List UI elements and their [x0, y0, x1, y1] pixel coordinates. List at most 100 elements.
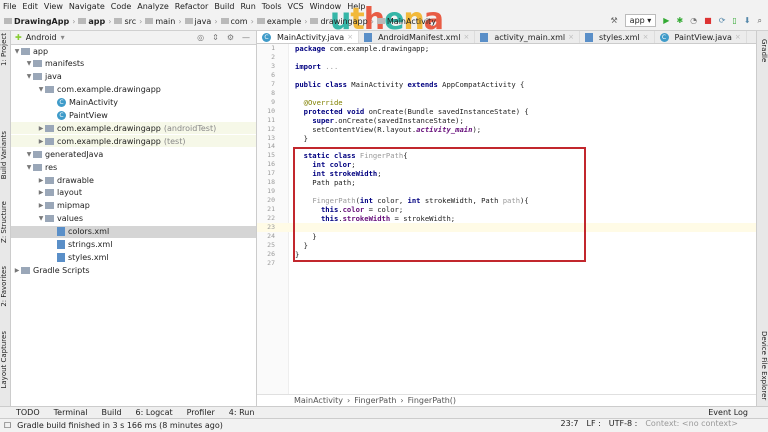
- side-tab-0[interactable]: 1: Project: [0, 33, 11, 66]
- hammer-build-icon[interactable]: ⚒: [611, 16, 618, 25]
- tree-item[interactable]: C MainActivity: [11, 97, 256, 109]
- tree-item[interactable]: ▶ mipmap: [11, 200, 256, 212]
- tool-2[interactable]: Build: [101, 408, 121, 417]
- run-config-select[interactable]: app ▾: [624, 14, 657, 27]
- side-tab-3[interactable]: 2: Favorites: [0, 266, 11, 307]
- breadcrumb-java[interactable]: java ›: [184, 17, 218, 26]
- tree-item[interactable]: ▼ java: [11, 71, 256, 83]
- tool-5[interactable]: 4: Run: [229, 408, 255, 417]
- caret-position[interactable]: 23:7: [561, 419, 579, 428]
- close-icon[interactable]: ×: [463, 33, 469, 41]
- avd-manager-icon[interactable]: ▯: [732, 16, 736, 25]
- collapse-icon[interactable]: ⇕: [212, 33, 219, 42]
- tree-item[interactable]: ▼ manifests: [11, 58, 256, 70]
- expand-arrow-icon[interactable]: ▶: [37, 177, 45, 184]
- debug-icon[interactable]: ✱: [676, 16, 683, 25]
- tool-4[interactable]: Profiler: [187, 408, 215, 417]
- line-number: 22: [267, 214, 275, 223]
- breadcrumb-drawingapp[interactable]: drawingapp ›: [310, 17, 374, 26]
- breadcrumb-com[interactable]: com ›: [220, 17, 254, 26]
- tree-item[interactable]: strings.xml: [11, 239, 256, 251]
- hide-icon[interactable]: —: [242, 33, 250, 42]
- editor-crumb[interactable]: FingerPath: [354, 396, 396, 405]
- event-log-button[interactable]: Event Log: [708, 408, 748, 417]
- breadcrumb-app[interactable]: app ›: [78, 17, 111, 26]
- tab-androidmanifest-xml[interactable]: AndroidManifest.xml ×: [359, 31, 476, 43]
- run-icon[interactable]: ▶: [663, 16, 669, 25]
- expand-arrow-icon[interactable]: ▼: [37, 86, 45, 93]
- tab-paintview-java[interactable]: C PaintView.java ×: [655, 31, 747, 43]
- menu-build[interactable]: Build: [214, 2, 234, 11]
- search-icon[interactable]: ⌕: [758, 16, 762, 26]
- menu-tools[interactable]: Tools: [262, 2, 282, 11]
- tree-item[interactable]: C PaintView: [11, 110, 256, 122]
- menu-run[interactable]: Run: [240, 2, 255, 11]
- target-icon[interactable]: ◎: [197, 33, 204, 42]
- expand-arrow-icon[interactable]: ▼: [37, 215, 45, 222]
- tool-1[interactable]: Terminal: [54, 408, 88, 417]
- expand-arrow-icon[interactable]: ▶: [37, 189, 45, 196]
- tree-item[interactable]: ▶ com.example.drawingapp (androidTest): [11, 122, 256, 135]
- tree-item[interactable]: ▼ app: [11, 45, 256, 57]
- tree-item[interactable]: ▶ drawable: [11, 174, 256, 186]
- breadcrumb-src[interactable]: src ›: [114, 17, 142, 26]
- tab-mainactivity-java[interactable]: C MainActivity.java ×: [257, 31, 360, 43]
- tree-item[interactable]: ▼ generatedJava: [11, 148, 256, 160]
- tree-item[interactable]: ▶ com.example.drawingapp (test): [11, 135, 256, 148]
- expand-arrow-icon[interactable]: ▼: [13, 48, 21, 55]
- editor-crumb[interactable]: MainActivity: [294, 396, 343, 405]
- expand-arrow-icon[interactable]: ▶: [37, 125, 45, 132]
- breadcrumb-example[interactable]: example ›: [256, 17, 307, 26]
- gear-icon[interactable]: ⚙: [227, 33, 234, 42]
- tab-styles-xml[interactable]: styles.xml ×: [580, 31, 655, 43]
- expand-arrow-icon[interactable]: ▼: [25, 164, 33, 171]
- menu-analyze[interactable]: Analyze: [137, 2, 169, 11]
- breadcrumb-drawingapp[interactable]: DrawingApp ›: [4, 17, 75, 26]
- close-icon[interactable]: ×: [347, 33, 353, 41]
- close-icon[interactable]: ×: [643, 33, 649, 41]
- expand-arrow-icon[interactable]: ▼: [25, 60, 33, 67]
- sync-icon[interactable]: ⟳: [719, 16, 726, 25]
- file-encoding[interactable]: UTF-8 :: [609, 419, 638, 428]
- tool-0[interactable]: TODO: [16, 408, 40, 417]
- tree-item[interactable]: ▶ layout: [11, 187, 256, 199]
- status-toggle-icon[interactable]: ☐: [4, 421, 11, 430]
- tree-item[interactable]: styles.xml: [11, 251, 256, 263]
- tab-activity_main-xml[interactable]: activity_main.xml ×: [475, 31, 580, 43]
- breadcrumb-mainactivity[interactable]: MainActivity: [376, 17, 436, 26]
- breadcrumb-main[interactable]: main ›: [145, 17, 182, 26]
- expand-arrow-icon[interactable]: ▶: [37, 202, 45, 209]
- menu-vcs[interactable]: VCS: [288, 2, 304, 11]
- side-tab-2[interactable]: Z: Structure: [0, 201, 11, 243]
- line-separator[interactable]: LF :: [586, 419, 600, 428]
- menu-code[interactable]: Code: [111, 2, 131, 11]
- side-tab-right-0[interactable]: Gradle: [756, 39, 768, 62]
- tree-item[interactable]: ▼ com.example.drawingapp: [11, 84, 256, 96]
- menu-view[interactable]: View: [44, 2, 63, 11]
- side-tab-1[interactable]: Build Variants: [0, 131, 11, 179]
- menu-navigate[interactable]: Navigate: [69, 2, 105, 11]
- profile-icon[interactable]: ◔: [690, 16, 697, 25]
- expand-arrow-icon[interactable]: ▶: [37, 138, 45, 145]
- menu-file[interactable]: File: [3, 2, 16, 11]
- tree-item-label: com.example.drawingapp: [57, 123, 161, 133]
- tree-item[interactable]: ▼ res: [11, 161, 256, 173]
- close-icon[interactable]: ×: [568, 33, 574, 41]
- expand-arrow-icon[interactable]: ▼: [25, 151, 33, 158]
- sdk-manager-icon[interactable]: ⬇: [744, 16, 751, 25]
- expand-arrow-icon[interactable]: ▼: [25, 73, 33, 80]
- project-view-select[interactable]: Android: [26, 33, 57, 42]
- tree-item[interactable]: ▶ Gradle Scripts: [11, 264, 256, 276]
- menu-edit[interactable]: Edit: [22, 2, 38, 11]
- expand-arrow-icon[interactable]: ▶: [13, 267, 21, 274]
- side-tab-right-1[interactable]: Device File Explorer: [756, 331, 768, 400]
- tree-item[interactable]: ▼ values: [11, 213, 256, 225]
- stop-icon[interactable]: ■: [704, 16, 712, 25]
- side-tab-4[interactable]: Layout Captures: [0, 331, 11, 389]
- editor-crumb[interactable]: FingerPath(): [408, 396, 456, 405]
- menu-refactor[interactable]: Refactor: [175, 2, 209, 11]
- tool-3[interactable]: 6: Logcat: [136, 408, 173, 417]
- folder-icon: [114, 18, 123, 24]
- tree-item[interactable]: colors.xml: [11, 225, 256, 238]
- close-icon[interactable]: ×: [735, 33, 741, 41]
